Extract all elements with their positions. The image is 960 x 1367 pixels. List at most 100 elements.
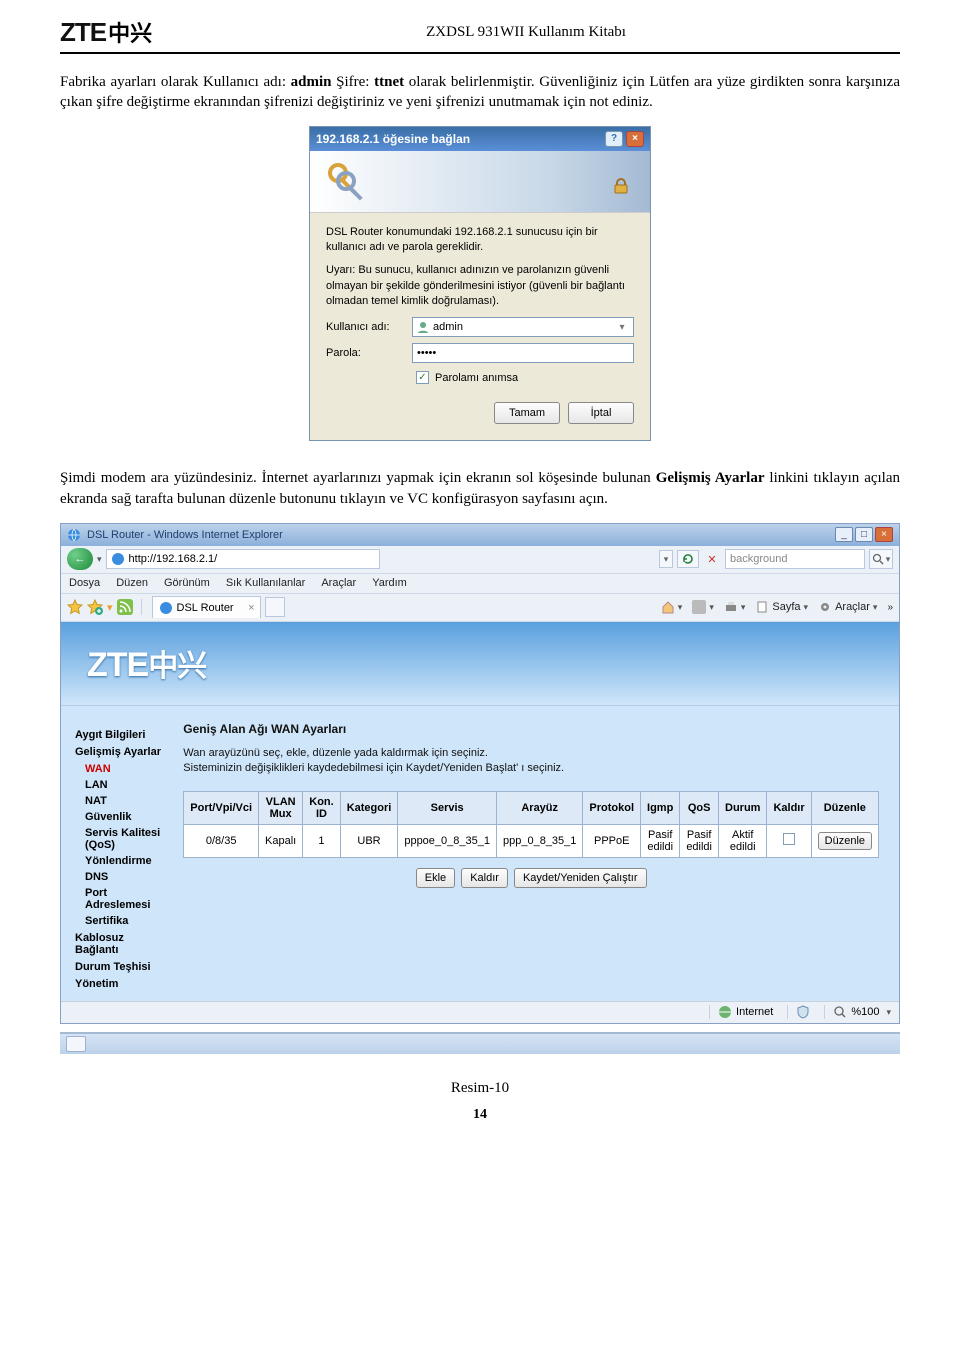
sidebar: Aygıt Bilgileri Gelişmiş Ayarlar WAN LAN… <box>61 706 175 1001</box>
dialog-text-2: Uyarı: Bu sunucu, kullanıcı adınızın ve … <box>326 263 634 309</box>
remember-checkbox[interactable]: ✓ <box>416 371 429 384</box>
sidebar-item-advanced[interactable]: Gelişmiş Ayarlar <box>75 746 169 758</box>
page-menu[interactable]: Sayfa▾ <box>755 600 808 614</box>
refresh-button[interactable] <box>677 550 699 568</box>
home-button[interactable]: ▾ <box>661 600 683 614</box>
favorites-dropdown[interactable]: ▾ <box>107 601 113 614</box>
menu-edit[interactable]: Düzen <box>116 577 148 589</box>
refresh-icon <box>682 553 694 565</box>
menu-view[interactable]: Görünüm <box>164 577 210 589</box>
stop-button[interactable]: ✕ <box>703 550 721 568</box>
username-label: Kullanıcı adı: <box>326 321 412 333</box>
page-icon <box>755 600 769 614</box>
cell-port: 0/8/35 <box>184 824 259 857</box>
gelismis-bold: Gelişmiş Ayarlar <box>656 470 765 486</box>
dialog-titlebar: 192.168.2.1 öğesine bağlan ? × <box>310 127 650 151</box>
th-durum: Durum <box>719 791 767 824</box>
dialog-text-1: DSL Router konumundaki 192.168.2.1 sunuc… <box>326 225 634 256</box>
remove-button[interactable]: Kaldır <box>461 868 508 888</box>
sidebar-item-security[interactable]: Güvenlik <box>85 811 169 823</box>
menu-favorites[interactable]: Sık Kullanılanlar <box>226 577 306 589</box>
cell-remove-checkbox[interactable] <box>767 824 811 857</box>
tools-menu[interactable]: Araçlar▾ <box>818 600 877 614</box>
figure-caption: Resim-10 <box>60 1080 900 1097</box>
router-banner: ZTE中兴 <box>61 622 899 706</box>
menu-file[interactable]: Dosya <box>69 577 100 589</box>
sidebar-item-qos[interactable]: Servis Kalitesi (QoS) <box>85 827 169 851</box>
content-title: Geniş Alan Ağı WAN Ayarları <box>183 722 879 736</box>
sidebar-item-lan[interactable]: LAN <box>85 779 169 791</box>
content-desc: Wan arayüzünü seç, ekle, düzenle yada ka… <box>183 746 879 777</box>
feeds-button[interactable]: ▾ <box>692 600 714 614</box>
sidebar-item-diagnostics[interactable]: Durum Teşhisi <box>75 961 169 973</box>
search-button[interactable]: ▾ <box>869 549 893 569</box>
status-zoom[interactable]: %100▾ <box>824 1005 891 1019</box>
cell-konid: 1 <box>303 824 340 857</box>
address-dropdown[interactable]: ▾ <box>659 550 673 568</box>
menu-tools[interactable]: Araçlar <box>321 577 356 589</box>
feeds-small-icon <box>692 600 706 614</box>
close-icon[interactable]: × <box>875 527 893 542</box>
print-button[interactable]: ▾ <box>724 600 746 614</box>
tab-bar: ▾ DSL Router × ▾ ▾ ▾ <box>61 594 899 622</box>
zoom-icon <box>833 1005 847 1019</box>
sidebar-item-management[interactable]: Yönetim <box>75 978 169 990</box>
taskbar-item[interactable] <box>66 1036 86 1052</box>
maximize-icon[interactable]: □ <box>855 527 873 542</box>
th-port: Port/Vpi/Vci <box>184 791 259 824</box>
taskbar <box>60 1032 900 1054</box>
th-konid: Kon. ID <box>303 791 340 824</box>
sidebar-item-cert[interactable]: Sertifika <box>85 915 169 927</box>
sidebar-item-nat[interactable]: NAT <box>85 795 169 807</box>
ie-icon <box>67 528 81 542</box>
cancel-button[interactable]: İptal <box>568 402 634 424</box>
menu-bar: Dosya Düzen Görünüm Sık Kullanılanlar Ar… <box>61 574 899 594</box>
address-bar[interactable]: http://192.168.2.1/ <box>106 549 381 569</box>
paragraph-1: Fabrika ayarları olarak Kullanıcı adı: a… <box>60 72 900 113</box>
feeds-icon[interactable] <box>117 599 133 615</box>
sidebar-item-device-info[interactable]: Aygıt Bilgileri <box>75 729 169 741</box>
add-favorites-icon[interactable] <box>87 599 103 615</box>
gear-icon <box>818 600 832 614</box>
search-input[interactable]: background <box>725 549 865 569</box>
cell-qos: Pasif edildi <box>680 824 719 857</box>
edit-button[interactable]: Düzenle <box>818 832 872 850</box>
ok-button[interactable]: Tamam <box>494 402 560 424</box>
new-tab-button[interactable] <box>265 597 285 617</box>
home-icon <box>661 600 675 614</box>
cell-arayuz: ppp_0_8_35_1 <box>496 824 582 857</box>
tab-dsl-router[interactable]: DSL Router × <box>152 596 261 618</box>
sidebar-item-wan[interactable]: WAN <box>85 763 169 775</box>
save-restart-button[interactable]: Kaydet/Yeniden Çalıştır <box>514 868 647 888</box>
password-input[interactable]: ••••• <box>412 343 634 363</box>
chevrons-icon[interactable]: » <box>887 602 893 613</box>
tab-close-icon[interactable]: × <box>248 602 254 614</box>
table-header-row: Port/Vpi/Vci VLAN Mux Kon. ID Kategori S… <box>184 791 879 824</box>
th-kaldir: Kaldır <box>767 791 811 824</box>
close-icon[interactable]: × <box>626 131 644 147</box>
add-button[interactable]: Ekle <box>416 868 455 888</box>
minimize-icon[interactable]: _ <box>835 527 853 542</box>
sidebar-item-port[interactable]: Port Adreslemesi <box>85 887 169 911</box>
sidebar-item-wireless[interactable]: Kablosuz Bağlantı <box>75 932 169 956</box>
back-button[interactable]: ← <box>67 548 93 570</box>
th-kategori: Kategori <box>340 791 398 824</box>
cell-protokol: PPPoE <box>583 824 641 857</box>
sidebar-item-routing[interactable]: Yönlendirme <box>85 855 169 867</box>
browser-window: DSL Router - Windows Internet Explorer _… <box>60 523 900 1024</box>
admin-bold: admin <box>291 74 332 90</box>
lock-icon <box>612 177 630 195</box>
help-icon[interactable]: ? <box>605 131 623 147</box>
cell-edit[interactable]: Düzenle <box>811 824 878 857</box>
print-icon <box>724 600 738 614</box>
menu-help[interactable]: Yardım <box>372 577 407 589</box>
login-dialog: 192.168.2.1 öğesine bağlan ? × DSL Route… <box>310 127 650 441</box>
favorites-star-icon[interactable] <box>67 599 83 615</box>
sidebar-item-dns[interactable]: DNS <box>85 871 169 883</box>
cell-durum: Aktif edildi <box>719 824 767 857</box>
username-input[interactable]: admin ▾ <box>412 317 634 337</box>
back-history-dropdown[interactable]: ▾ <box>97 554 102 565</box>
chevron-down-icon[interactable]: ▾ <box>615 322 629 333</box>
paragraph-2: Şimdi modem ara yüzündesiniz. İnternet a… <box>60 468 900 509</box>
browser-titlebar: DSL Router - Windows Internet Explorer _… <box>61 524 899 546</box>
